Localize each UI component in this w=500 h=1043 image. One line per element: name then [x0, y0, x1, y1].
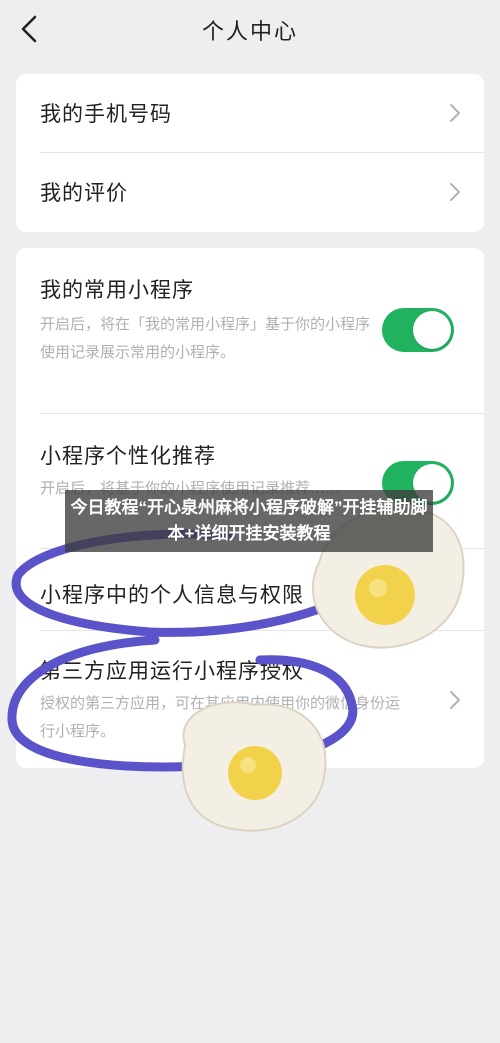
row-third-party-authorization[interactable]: 第三方应用运行小程序授权 授权的第三方应用，可在其应用内使用你的微信身份运行小程…	[16, 631, 484, 768]
toggle-knob	[413, 311, 451, 349]
common-miniprogram-toggle[interactable]	[382, 308, 454, 352]
row-personal-info-permissions[interactable]: 小程序中的个人信息与权限	[16, 549, 484, 629]
personal-info-title: 小程序中的个人信息与权限	[40, 583, 304, 607]
common-miniprogram-title: 我的常用小程序	[40, 278, 194, 302]
common-miniprogram-desc: 开启后，将在「我的常用小程序」基于你的小程序使用记录展示常用的小程序。	[40, 315, 371, 361]
third-party-title: 第三方应用运行小程序授权	[40, 659, 304, 683]
nav-bar: 个人中心	[0, 0, 500, 62]
page-title: 个人中心	[201, 20, 298, 45]
row-label: 我的手机号码	[40, 102, 172, 126]
row-label: 我的评价	[40, 181, 128, 205]
chevron-right-icon	[450, 104, 460, 122]
third-party-desc: 授权的第三方应用，可在其应用内使用你的微信身份运行小程序。	[40, 694, 401, 740]
chevron-right-icon	[450, 691, 460, 709]
row-my-phone[interactable]: 我的手机号码	[16, 74, 484, 152]
personalized-recommend-title: 小程序个性化推荐	[40, 444, 216, 468]
chevron-right-icon	[450, 183, 460, 201]
divider	[40, 413, 484, 414]
account-card: 我的手机号码 我的评价	[16, 74, 484, 232]
overlay-caption: 今日教程“开心泉州麻将小程序破解”开挂辅助脚本+详细开挂安装教程	[65, 490, 433, 552]
row-my-reviews[interactable]: 我的评价	[16, 153, 484, 231]
